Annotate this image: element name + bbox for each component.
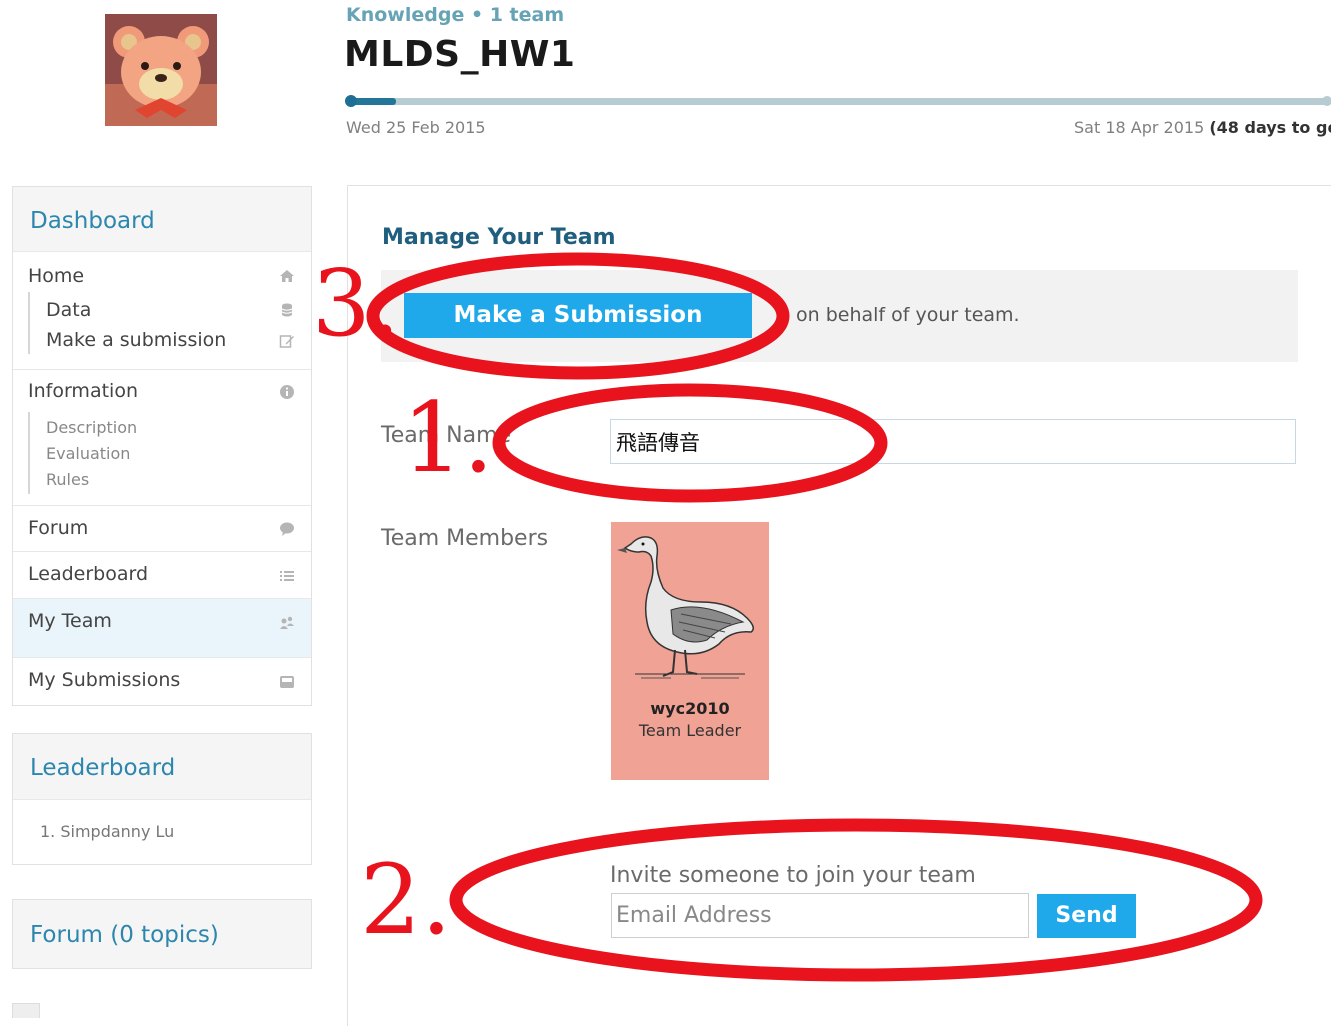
sidebar-item-information[interactable]: Information bbox=[28, 380, 138, 402]
leaderboard-entry[interactable]: 1. Simpdanny Lu bbox=[40, 822, 174, 841]
nav-group-information: Information Description Evaluation Rules bbox=[13, 369, 311, 505]
leaderboard-panel-title[interactable]: Leaderboard bbox=[13, 734, 311, 800]
dashboard-title[interactable]: Dashboard bbox=[13, 187, 311, 252]
chat-bubble-icon bbox=[280, 522, 294, 536]
sidebar-item-forum[interactable]: Forum bbox=[28, 517, 88, 539]
make-submission-button[interactable]: Make a Submission bbox=[404, 293, 752, 338]
end-date: Sat 18 Apr 2015 (48 days to go) bbox=[1074, 118, 1331, 137]
sidebar-item-description[interactable]: Description bbox=[46, 418, 137, 437]
leaderboard-panel: Leaderboard 1. Simpdanny Lu bbox=[12, 733, 312, 865]
member-card[interactable]: wyc2010 Team Leader bbox=[611, 522, 769, 780]
nav-row-my-submissions[interactable]: My Submissions bbox=[13, 657, 311, 704]
collapsed-widget[interactable] bbox=[12, 1003, 40, 1018]
sidebar-item-make-submission[interactable]: Make a submission bbox=[46, 329, 226, 351]
competition-breadcrumb[interactable]: Knowledge • 1 team bbox=[346, 4, 564, 26]
nav-group-home: Home Data Make a submission bbox=[13, 252, 311, 369]
info-icon bbox=[280, 385, 294, 399]
start-date: Wed 25 Feb 2015 bbox=[346, 118, 486, 137]
days-left: (48 days to go) bbox=[1209, 118, 1331, 137]
sidebar-item-data[interactable]: Data bbox=[46, 299, 91, 321]
sidebar-item-leaderboard[interactable]: Leaderboard bbox=[28, 563, 148, 585]
invite-label: Invite someone to join your team bbox=[610, 863, 976, 888]
dashboard-nav-panel: Dashboard Home Data Make a submission In… bbox=[12, 186, 312, 706]
annotation-number-2: 2. bbox=[360, 844, 452, 956]
bear-plush-image bbox=[105, 14, 217, 126]
nav-row-leaderboard[interactable]: Leaderboard bbox=[13, 551, 311, 598]
submenu-guide-line bbox=[28, 412, 30, 494]
database-icon bbox=[281, 303, 293, 317]
edit-icon bbox=[279, 335, 294, 348]
send-invite-button[interactable]: Send bbox=[1037, 894, 1136, 938]
timeline-end-marker bbox=[1322, 96, 1331, 106]
competition-title[interactable]: MLDS_HW1 bbox=[344, 34, 575, 75]
forum-panel: Forum (0 topics) bbox=[12, 899, 312, 969]
forum-panel-title[interactable]: Forum (0 topics) bbox=[13, 900, 311, 968]
inbox-icon bbox=[280, 676, 294, 688]
nav-row-forum[interactable]: Forum bbox=[13, 505, 311, 551]
team-icon bbox=[280, 616, 294, 629]
list-icon bbox=[280, 571, 294, 581]
annotation-number-1: 1. bbox=[402, 382, 494, 494]
member-role: Team Leader bbox=[638, 721, 742, 740]
sidebar-item-home[interactable]: Home bbox=[28, 265, 84, 287]
annotation-number-3: 3. bbox=[312, 250, 400, 357]
sidebar-item-rules[interactable]: Rules bbox=[46, 470, 89, 489]
team-name-input[interactable] bbox=[610, 419, 1296, 464]
section-title: Manage Your Team bbox=[382, 225, 616, 250]
member-name[interactable]: wyc2010 bbox=[611, 699, 769, 718]
submenu-guide-line bbox=[28, 292, 30, 354]
timeline-track bbox=[346, 98, 1331, 105]
submission-hint: on behalf of your team. bbox=[796, 304, 1020, 326]
goose-avatar-image bbox=[617, 536, 754, 679]
sidebar-item-my-submissions[interactable]: My Submissions bbox=[28, 669, 180, 691]
email-address-input[interactable] bbox=[611, 893, 1029, 938]
nav-row-my-team[interactable]: My Team bbox=[13, 598, 311, 657]
home-icon bbox=[280, 270, 294, 282]
sidebar-item-my-team[interactable]: My Team bbox=[28, 610, 112, 632]
team-members-label: Team Members bbox=[381, 526, 549, 551]
timeline-start-marker bbox=[345, 95, 357, 107]
user-avatar[interactable] bbox=[105, 14, 217, 126]
sidebar-item-evaluation[interactable]: Evaluation bbox=[46, 444, 130, 463]
end-date-text: Sat 18 Apr 2015 bbox=[1074, 118, 1205, 137]
